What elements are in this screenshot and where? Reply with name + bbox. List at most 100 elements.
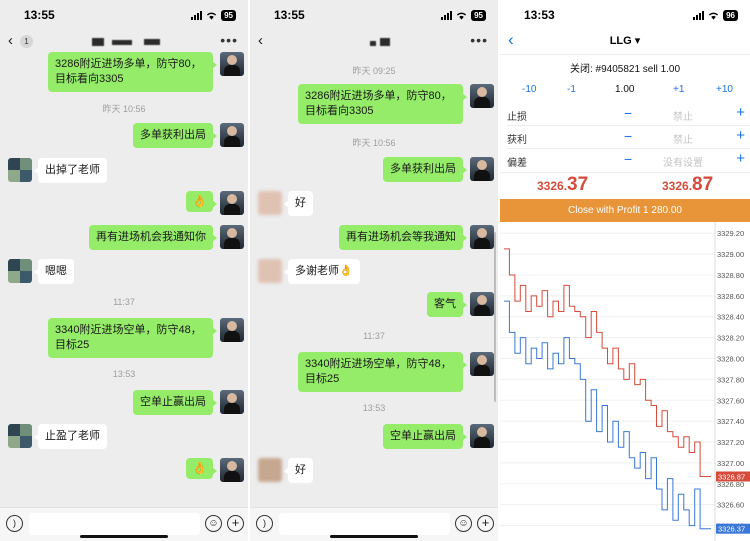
avatar[interactable] — [470, 352, 494, 376]
voice-icon[interactable]: ) — [6, 515, 23, 532]
plus-icon[interactable]: + — [736, 104, 745, 121]
more-icon[interactable]: ••• — [470, 32, 488, 48]
avatar[interactable] — [220, 318, 244, 342]
order-close-label: 关闭: #9405821 sell 1.00 — [569, 64, 681, 75]
message-bubble[interactable]: 再有进场机会等我通知 — [339, 225, 467, 250]
avatar[interactable] — [470, 424, 494, 448]
divider — [500, 54, 750, 55]
volume-value[interactable]: 1.00 — [615, 84, 634, 95]
chat-input-bar: ) ☺ + — [0, 507, 248, 541]
timestamp: 昨天 09:25 — [352, 66, 396, 76]
take-profit-value[interactable]: 禁止 — [650, 131, 716, 146]
status-time: 13:55 — [24, 8, 55, 22]
message-bubble[interactable]: 3286附近进场多单，防守80，目标看向3305 — [48, 52, 217, 92]
message-bubble[interactable]: 多单获利出局 — [383, 157, 467, 182]
redacted-name — [370, 41, 376, 46]
close-with-profit-button[interactable]: Close with Profit 1 280.00 — [500, 199, 750, 222]
contact-avatar[interactable] — [8, 424, 32, 448]
message-bubble[interactable]: 出掉了老师 — [34, 158, 107, 183]
volume-plus-1-button[interactable]: +1 — [673, 84, 684, 95]
timestamp: 13:53 — [112, 369, 136, 379]
status-icons: 95 — [441, 10, 486, 21]
redacted-name — [92, 38, 104, 46]
message-bubble[interactable]: 空单止赢出局 — [133, 390, 217, 415]
message-bubble[interactable]: 再有进场机会我通知你 — [89, 225, 217, 250]
message-bubble[interactable]: 客气 — [427, 292, 467, 317]
avatar[interactable] — [470, 84, 494, 108]
status-icons: 96 — [693, 10, 738, 21]
message-bubble[interactable]: 好 — [284, 458, 313, 483]
minus-icon[interactable]: − — [624, 151, 632, 167]
stop-loss-value[interactable]: 禁止 — [650, 108, 716, 123]
signal-icon — [693, 11, 705, 20]
timestamp: 昨天 10:56 — [102, 104, 146, 114]
avatar[interactable] — [470, 157, 494, 181]
back-chevron-icon[interactable]: ‹ — [8, 32, 13, 49]
chat-screen-left: 13:55 95 ‹ 1 ••• 3286附近进场多单，防守80，目标看向330… — [0, 0, 248, 541]
message-bubble[interactable]: 3340附近进场空单，防守48，目标25 — [48, 318, 217, 358]
message-bubble[interactable]: 👌 — [186, 458, 217, 479]
y-tick-label: 3327.80 — [717, 375, 744, 384]
minus-icon[interactable]: − — [624, 105, 632, 121]
message-bubble[interactable]: 👌 — [186, 191, 217, 212]
avatar[interactable] — [470, 292, 494, 316]
message-bubble[interactable]: 多谢老师👌 — [284, 259, 360, 284]
emoji-icon[interactable]: ☺ — [205, 515, 222, 532]
message-bubble[interactable]: 多单获利出局 — [133, 123, 217, 148]
message-bubble[interactable]: 止盈了老师 — [34, 424, 107, 449]
message-bubble[interactable]: 3340附近进场空单，防守48，目标25 — [298, 352, 467, 392]
message-bubble[interactable]: 嗯嗯 — [34, 259, 74, 284]
chat-screen-middle: 13:55 95 ‹ ••• 昨天 09:25 3286附近进场多单，防守80，… — [250, 0, 498, 541]
message-bubble[interactable]: 3286附近进场多单，防守80，目标看向3305 — [298, 84, 467, 124]
redacted-name — [144, 39, 160, 45]
message-input[interactable] — [279, 513, 450, 535]
avatar[interactable] — [220, 458, 244, 482]
volume-stepper: -10 -1 1.00 +1 +10 — [500, 84, 750, 98]
avatar[interactable] — [220, 123, 244, 147]
avatar[interactable] — [220, 52, 244, 76]
contact-avatar[interactable] — [258, 259, 282, 283]
volume-minus-1-button[interactable]: -1 — [567, 84, 576, 95]
take-profit-label: 获利 — [507, 135, 527, 146]
plus-icon[interactable]: + — [227, 515, 244, 532]
y-tick-label: 3328.00 — [717, 355, 744, 364]
deviation-value[interactable]: 没有设置 — [650, 154, 716, 169]
message-bubble[interactable]: 好 — [284, 191, 313, 216]
avatar[interactable] — [220, 225, 244, 249]
contact-avatar[interactable] — [8, 158, 32, 182]
message-input[interactable] — [29, 513, 200, 535]
volume-plus-10-button[interactable]: +10 — [716, 84, 733, 95]
back-chevron-icon[interactable]: ‹ — [258, 32, 263, 49]
y-tick-label: 3329.20 — [717, 229, 744, 238]
deviation-label: 偏差 — [507, 158, 527, 169]
avatar[interactable] — [220, 390, 244, 414]
volume-minus-10-button[interactable]: -10 — [522, 84, 536, 95]
chat-header: ‹ ••• — [250, 30, 498, 54]
message-bubble[interactable]: 空单止赢出局 — [383, 424, 467, 449]
ask-price: 3326.87 — [662, 174, 714, 195]
plus-icon[interactable]: + — [477, 515, 494, 532]
contact-avatar[interactable] — [258, 191, 282, 215]
avatar[interactable] — [220, 191, 244, 215]
symbol-selector[interactable]: LLG ▾ — [500, 34, 750, 47]
plus-icon[interactable]: + — [736, 150, 745, 167]
timestamp: 11:37 — [363, 331, 385, 341]
scrollbar[interactable] — [494, 232, 496, 402]
minus-icon[interactable]: − — [624, 128, 632, 144]
chat-input-bar: ) ☺ + — [250, 507, 498, 541]
battery-icon: 96 — [723, 10, 738, 21]
contact-avatar[interactable] — [258, 458, 282, 482]
voice-icon[interactable]: ) — [256, 515, 273, 532]
redacted-name — [380, 38, 390, 46]
status-icons: 95 — [191, 10, 236, 21]
redacted-name — [112, 40, 132, 45]
y-tick-label: 3327.40 — [717, 417, 744, 426]
emoji-icon[interactable]: ☺ — [455, 515, 472, 532]
avatar[interactable] — [470, 225, 494, 249]
contact-avatar[interactable] — [8, 259, 32, 283]
more-icon[interactable]: ••• — [220, 32, 238, 48]
plus-icon[interactable]: + — [736, 127, 745, 144]
y-tick-label: 3326.60 — [717, 501, 744, 510]
last-price-label: 3326.87 — [718, 472, 745, 481]
series-line-1 — [504, 300, 711, 530]
